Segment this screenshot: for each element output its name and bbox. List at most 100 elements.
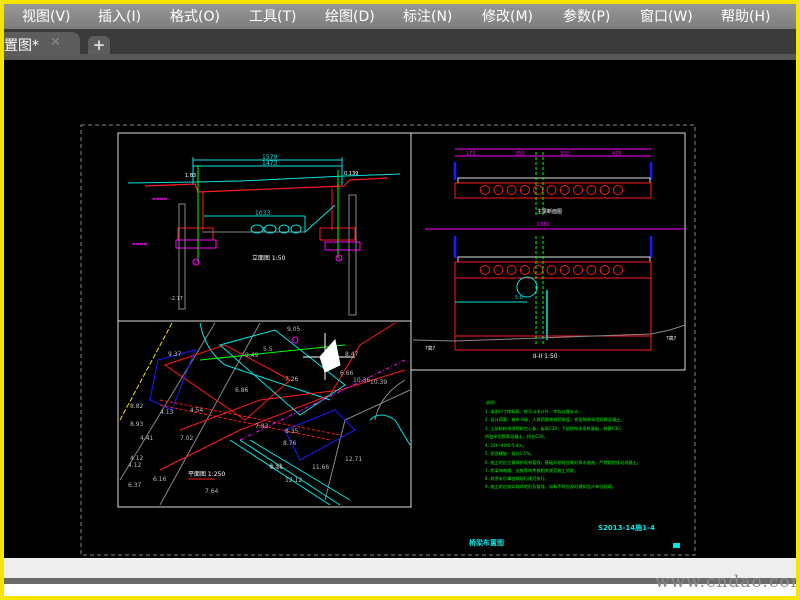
left-elevation: 1.83 xyxy=(185,173,196,179)
spot-elevation: 9.05 xyxy=(287,326,301,333)
hollow-core-void xyxy=(573,265,584,275)
note-line: 4. 20t~40t0:5.4m。 xyxy=(485,443,527,448)
note-line: 6. 施工时应注意保护现有管线，基础开挖时应做好排水措施，严禁超挖扰动地基土。 xyxy=(485,459,641,466)
hollow-core-void xyxy=(533,265,544,275)
elevation-drawing: 1579 1473 1033 1.83 0.139 -2.17 0 1 立面图 … xyxy=(127,154,401,316)
spot-elevation: 4.13 xyxy=(160,409,174,416)
spot-elevation: 6.86 xyxy=(235,387,249,394)
hollow-core-void xyxy=(613,265,623,275)
note-line: 1. 本图尺寸除标高、桩号以米计外，余均以厘米计。 xyxy=(485,408,582,415)
menu-tools[interactable]: 工具(T) xyxy=(249,6,296,26)
hollow-core-void xyxy=(506,185,517,195)
menu-dimension[interactable]: 标注(N) xyxy=(403,6,452,26)
spot-elevation: 12.71 xyxy=(345,456,362,463)
svg-text:▬▬▬▬: ▬▬▬▬ xyxy=(132,241,147,246)
dim-2: 350 xyxy=(515,151,525,157)
dim-span: 1033 xyxy=(255,210,270,217)
spot-elevation: 9.37 xyxy=(168,351,182,358)
ground-elevation-left: ?高? xyxy=(425,345,436,352)
section-drawing: 175 350 350 475 主梁断面图 1380 5.0 ?高? ?高? I… xyxy=(412,148,686,360)
menu-help[interactable]: 帮助(H) xyxy=(721,6,770,26)
spot-elevation: 7.83 xyxy=(255,423,269,430)
menu-window[interactable]: 窗口(W) xyxy=(640,6,693,26)
close-icon[interactable]: ✕ xyxy=(50,35,61,50)
hollow-core-void xyxy=(506,265,517,275)
spot-elevation: 8.93 xyxy=(130,421,144,428)
dim-3: 350 xyxy=(560,151,570,157)
dim-inner: 1473 xyxy=(262,160,277,167)
cad-drawing: 1579 1473 1033 1.83 0.139 -2.17 0 1 立面图 … xyxy=(80,124,696,556)
hollow-core-void xyxy=(586,265,597,275)
hollow-core-void xyxy=(586,185,597,195)
hollow-core-void xyxy=(559,265,570,275)
spot-elevation: 4.12 xyxy=(130,455,144,462)
tab-drawing[interactable]: 置图* ✕ xyxy=(0,32,80,56)
right-elevation: 0.139 xyxy=(344,171,358,177)
menu-draw[interactable]: 绘图(D) xyxy=(325,6,375,26)
plan-title: 平面图 1:250 xyxy=(188,471,225,478)
spot-elevation: 6.66 xyxy=(340,370,354,377)
spot-elevation: 11.66 xyxy=(312,464,329,471)
dim-mid: 1380 xyxy=(537,222,550,228)
spot-elevation: 10.39 xyxy=(370,379,387,386)
main-beam-title: 主梁断面图 xyxy=(537,208,562,215)
spot-elevation: 4.12 xyxy=(128,462,142,469)
paper-boundary xyxy=(80,124,696,556)
spot-elevation: 4.54 xyxy=(190,407,204,414)
spot-elevation: 6.37 xyxy=(128,482,142,489)
hollow-core-void xyxy=(599,265,610,275)
hollow-core-void xyxy=(480,265,490,275)
ground-elevation-right: ?高? xyxy=(666,335,677,342)
spot-elevation: 5.5 xyxy=(263,346,273,353)
spot-elevation: 12.12 xyxy=(285,477,302,484)
note-line: 3. 上部结构采用预制空心板，板高C30；下部结构采用桩基础，桩基C30； xyxy=(485,425,624,432)
spot-elevation: 10.36 xyxy=(353,377,370,384)
elevation-title: 立面图 1:50 xyxy=(252,254,286,262)
spot-elevation: 6.16 xyxy=(153,476,167,483)
spot-elevation: 7.26 xyxy=(285,376,299,383)
menu-parameters[interactable]: 参数(P) xyxy=(563,6,610,26)
svg-text:▬▬▬▬: ▬▬▬▬ xyxy=(152,196,167,201)
hollow-core-void xyxy=(546,265,557,275)
section-title: II-II 1:50 xyxy=(533,353,558,360)
tab-label: 置图* xyxy=(4,38,39,54)
hollow-core-void xyxy=(493,185,504,195)
general-notes: 说明: 1. 本图尺寸除标高、桩号以米计外，余均以厘米计。 2. 设计荷载：城市… xyxy=(485,399,641,490)
spot-elevation: 7.64 xyxy=(205,488,219,495)
hollow-core-void xyxy=(533,185,544,195)
hollow-core-void xyxy=(519,185,530,195)
tab-strip xyxy=(0,54,800,60)
plan-drawing: 平面图 1:250 9.37 9.499.058.828.934.414.124.… xyxy=(119,322,411,506)
hollow-core-void xyxy=(559,185,570,195)
spot-elevation: 9.49 xyxy=(245,352,259,359)
menu-format[interactable]: 格式(O) xyxy=(170,6,220,26)
spot-elevation: 8.82 xyxy=(130,403,144,410)
axis-0: 0 xyxy=(194,260,197,265)
spot-elevation: 8.35 xyxy=(285,428,299,435)
menu-modify[interactable]: 修改(M) xyxy=(482,6,533,26)
note-line: 7. 桥梁伸缩缝、支座等构件按相关规范施工验收。 xyxy=(485,467,578,474)
note-line: 9. 施工前应核实现场地形及管线，如有不符应及时通知设计单位处理。 xyxy=(485,483,616,490)
hollow-core-void xyxy=(599,185,610,195)
note-line: 2. 设计荷载：城市-B级，人群荷载按规范取值，桥面铺装采用沥青混凝土。 xyxy=(485,416,625,423)
spot-elevation: 7.02 xyxy=(180,435,194,442)
hollow-core-void xyxy=(613,185,623,195)
notes-heading: 说明: xyxy=(486,399,496,406)
note-line: 8. 其余未尽事宜按现行规范执行。 xyxy=(485,475,549,482)
menu-bar: 视图(V) 插入(I) 格式(O) 工具(T) 绘图(D) 标注(N) 修改(M… xyxy=(0,0,800,29)
hollow-core-void xyxy=(546,185,557,195)
menu-view[interactable]: 视图(V) xyxy=(22,6,71,26)
spot-elevation: 6.31 xyxy=(269,463,283,470)
pipe-label: 5.0 xyxy=(515,295,523,301)
pile-bottom-elevation: -2.17 xyxy=(170,296,183,302)
hollow-core-void xyxy=(480,185,490,195)
new-tab-button[interactable]: + xyxy=(88,36,110,54)
spot-elevation: 8.47 xyxy=(345,351,359,358)
drawing-name: 桥梁布置图 xyxy=(469,538,504,547)
drawing-number: S2013-14施1-4 xyxy=(598,523,655,532)
tab-bar: 置图* ✕ + xyxy=(0,29,800,60)
menu-insert[interactable]: 插入(I) xyxy=(98,6,141,26)
hollow-core-void xyxy=(493,265,504,275)
spot-elevation: 4.41 xyxy=(140,435,154,442)
note-line: 5. 桥面横坡：双向1.5%。 xyxy=(485,450,534,457)
